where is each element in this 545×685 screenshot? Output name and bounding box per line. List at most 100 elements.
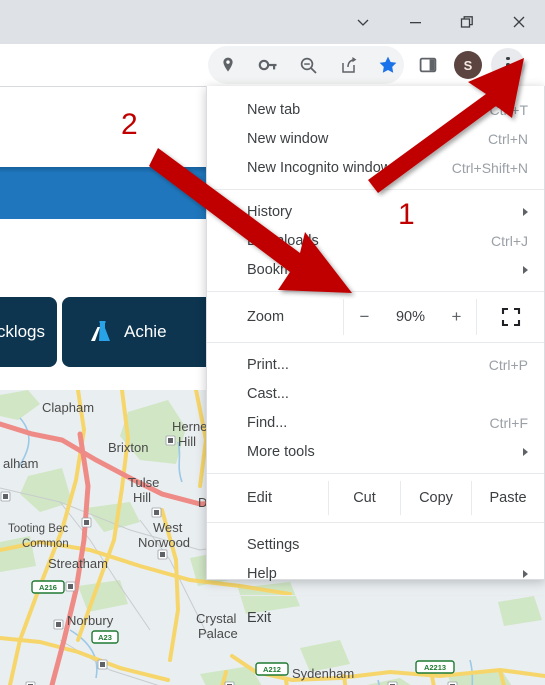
menu-item-label: New tab	[247, 101, 301, 118]
zoom-controls: − 90% +	[343, 299, 478, 335]
flask-icon	[86, 319, 112, 345]
menu-zoom-row: Zoom − 90% +	[207, 299, 544, 335]
menu-item-label: Find...	[247, 414, 288, 431]
menu-divider	[207, 522, 544, 523]
chrome-main-menu[interactable]: New tab Ctrl+T New window Ctrl+N New Inc…	[206, 86, 545, 626]
menu-divider	[207, 595, 544, 596]
zoom-out-button[interactable]: −	[344, 307, 384, 327]
menu-edit-row: Edit Cut Copy Paste	[207, 481, 544, 515]
map-place-label: Norwood	[138, 535, 190, 550]
menu-item-cast[interactable]: Cast...	[207, 379, 544, 408]
menu-item-label: Print...	[247, 356, 289, 373]
minimize-to-tray-button[interactable]	[337, 0, 389, 44]
map-place-label: Common	[22, 538, 69, 550]
menu-group-browse: History Downloads Ctrl+J Bookmarks	[207, 197, 544, 284]
map-place-label: Norbury	[67, 613, 114, 628]
chevron-right-icon	[523, 569, 528, 578]
menu-item-label: Downloads	[247, 232, 319, 249]
close-button[interactable]	[493, 0, 545, 44]
menu-item-new-incognito-window[interactable]: New Incognito window Ctrl+Shift+N	[207, 153, 544, 182]
fullscreen-icon	[501, 307, 520, 327]
menu-item-label: More tools	[247, 443, 315, 460]
page-card-label: cklogs	[0, 322, 45, 341]
menu-item-label: Exit	[247, 609, 272, 626]
restore-button[interactable]	[441, 0, 493, 44]
window-titlebar	[0, 0, 545, 44]
menu-item-label: History	[247, 203, 293, 220]
map-place-label: Tulse	[128, 475, 159, 490]
map-place-label: Tooting Bec	[8, 523, 68, 535]
map-place-label: Hill	[133, 490, 151, 505]
map-place-label: Sydenham	[292, 666, 354, 681]
menu-divider	[207, 342, 544, 343]
edit-label: Edit	[247, 490, 272, 506]
menu-item-bookmarks[interactable]: Bookmarks	[207, 255, 544, 284]
fullscreen-button[interactable]	[477, 299, 544, 335]
menu-divider	[207, 189, 544, 190]
page-card-backlogs[interactable]: cklogs	[0, 297, 57, 367]
menu-item-label: New window	[247, 130, 329, 147]
chevron-right-icon	[523, 447, 528, 456]
copy-button[interactable]: Copy	[400, 481, 471, 515]
restore-icon	[460, 16, 473, 28]
page-card-label: Achie	[124, 322, 167, 341]
zoom-label: Zoom	[247, 309, 285, 325]
page-blue-banner	[0, 167, 225, 219]
chevron-down-icon	[357, 19, 369, 26]
menu-item-more-tools[interactable]: More tools	[207, 437, 544, 466]
paste-button[interactable]: Paste	[471, 481, 544, 515]
map-place-label: alham	[3, 456, 38, 471]
avatar: S	[454, 51, 482, 79]
key-icon[interactable]	[248, 44, 288, 86]
profile-avatar[interactable]: S	[448, 44, 488, 86]
menu-item-find[interactable]: Find... Ctrl+F	[207, 408, 544, 437]
browser-window: cklogs Achie Clapham Brixton Herne Hill …	[0, 0, 545, 685]
menu-group-tools: Print... Ctrl+P Cast... Find... Ctrl+F M…	[207, 350, 544, 466]
chevron-right-icon	[523, 207, 528, 216]
zoom-in-button[interactable]: +	[436, 307, 476, 327]
share-icon[interactable]	[328, 44, 368, 86]
menu-group-new: New tab Ctrl+T New window Ctrl+N New Inc…	[207, 86, 544, 182]
menu-item-label: Bookmarks	[247, 261, 320, 278]
menu-item-label: New Incognito window	[247, 159, 392, 176]
close-icon	[513, 16, 525, 28]
map-place-label: Herne	[172, 419, 207, 434]
menu-divider	[207, 291, 544, 292]
menu-item-shortcut: Ctrl+F	[489, 414, 529, 431]
map-place-label: West	[153, 520, 183, 535]
kebab-icon	[491, 48, 525, 82]
menu-divider	[207, 473, 544, 474]
menu-group-exit: Exit	[207, 603, 544, 641]
menu-item-help[interactable]: Help	[207, 559, 544, 588]
zoom-level-value: 90%	[395, 309, 425, 325]
road-badge-label: A2213	[424, 663, 446, 672]
menu-item-print[interactable]: Print... Ctrl+P	[207, 350, 544, 379]
bookmark-star-icon[interactable]	[368, 44, 408, 86]
menu-item-label: Settings	[247, 536, 300, 553]
menu-item-exit[interactable]: Exit	[207, 603, 544, 632]
zoom-out-icon[interactable]	[288, 44, 328, 86]
menu-item-label: Help	[247, 565, 277, 582]
map-place-label: Streatham	[48, 556, 108, 571]
menu-item-settings[interactable]: Settings	[207, 530, 544, 559]
location-icon[interactable]	[208, 44, 248, 86]
minimize-button[interactable]	[389, 0, 441, 44]
menu-item-new-window[interactable]: New window Ctrl+N	[207, 124, 544, 153]
map-place-label: Clapham	[42, 400, 94, 415]
menu-item-shortcut: Ctrl+Shift+N	[451, 159, 528, 176]
menu-item-shortcut: Ctrl+J	[491, 232, 528, 249]
browser-toolbar: S	[0, 44, 545, 87]
menu-item-downloads[interactable]: Downloads Ctrl+J	[207, 226, 544, 255]
chrome-menu-button[interactable]	[488, 44, 528, 86]
map-place-label: Hill	[178, 434, 196, 449]
cut-button[interactable]: Cut	[328, 481, 400, 515]
menu-item-shortcut: Ctrl+P	[488, 356, 528, 373]
menu-item-history[interactable]: History	[207, 197, 544, 226]
menu-item-shortcut: Ctrl+N	[487, 130, 528, 147]
side-panel-icon[interactable]	[408, 44, 448, 86]
road-badge-label: A216	[39, 583, 57, 592]
menu-item-new-tab[interactable]: New tab Ctrl+T	[207, 95, 544, 124]
menu-group-settings: Settings Help	[207, 530, 544, 588]
menu-item-label: Cast...	[247, 385, 289, 402]
chevron-right-icon	[523, 265, 528, 274]
